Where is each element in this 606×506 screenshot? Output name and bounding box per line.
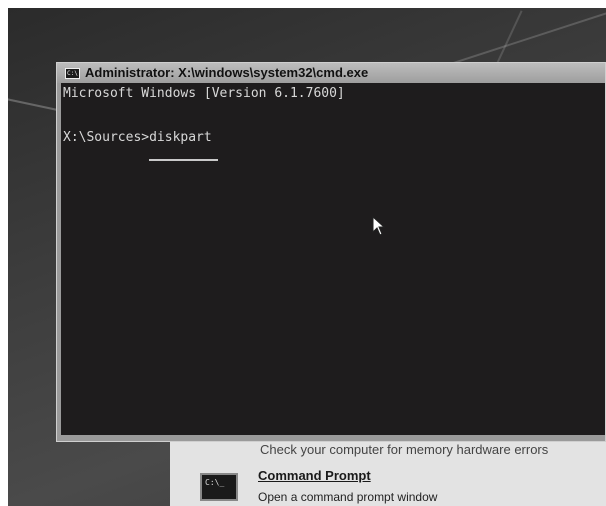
command-text: diskpart xyxy=(149,130,212,145)
desktop-streak xyxy=(495,10,523,66)
cmd-titlebar[interactable]: C:\ Administrator: X:\windows\system32\c… xyxy=(57,63,605,83)
command-prompt-icon[interactable]: C:\_ xyxy=(200,473,238,501)
version-line: Microsoft Windows [Version 6.1.7600] xyxy=(63,86,345,101)
mouse-pointer-icon xyxy=(372,216,386,236)
window-title: Administrator: X:\windows\system32\cmd.e… xyxy=(85,65,369,80)
command-prompt-link[interactable]: Command Prompt xyxy=(258,468,371,483)
prompt-line: X:\Sources>diskpart xyxy=(63,129,605,161)
command-prompt-description: Open a command prompt window xyxy=(258,490,438,504)
text-cursor-underline xyxy=(149,159,218,161)
prompt-text: X:\Sources> xyxy=(63,130,150,145)
desktop-streak xyxy=(434,8,606,71)
cmd-icon[interactable]: C:\ xyxy=(65,68,80,79)
memory-diagnostic-description: Check your computer for memory hardware … xyxy=(260,442,549,457)
typed-command: diskpart xyxy=(149,129,218,161)
cmd-window[interactable]: C:\ Administrator: X:\windows\system32\c… xyxy=(56,62,606,442)
console-output[interactable]: Microsoft Windows [Version 6.1.7600] X:\… xyxy=(61,83,605,435)
